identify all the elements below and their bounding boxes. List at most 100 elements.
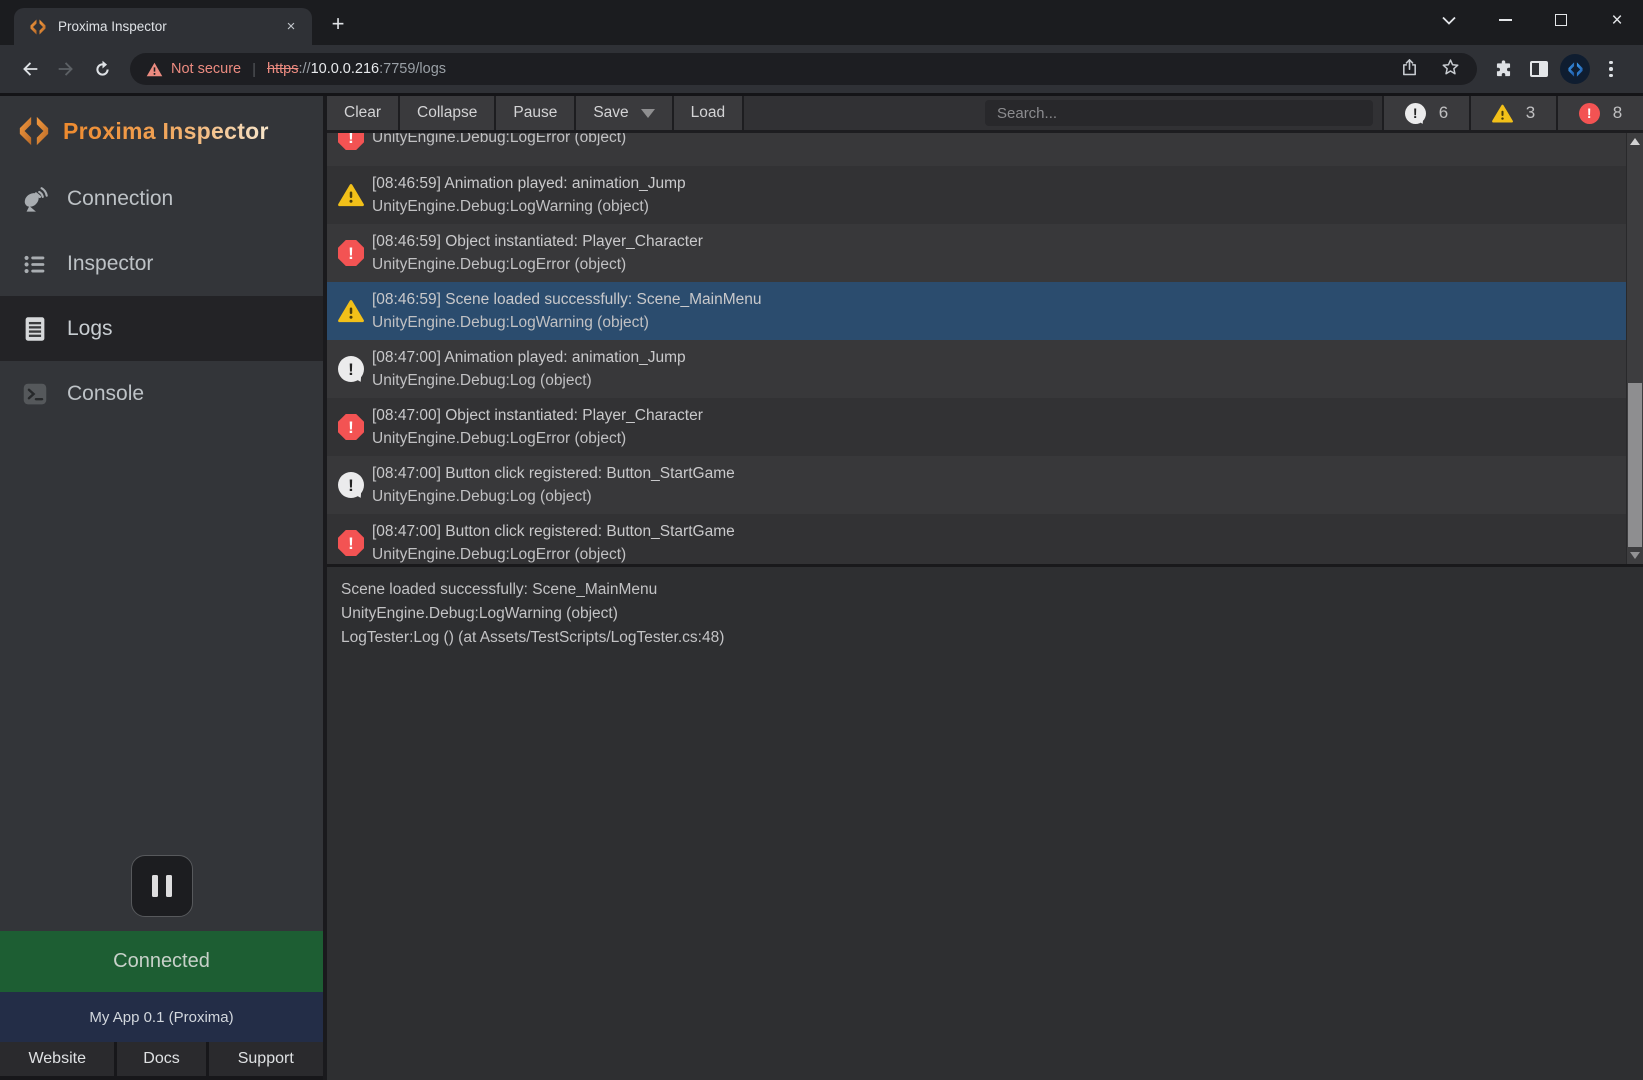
address-bar[interactable]: Not secure | https :// 10.0.0.216 :7759/… [130,53,1477,85]
sidebar-pause-button[interactable] [131,855,193,917]
error-icon: ! [338,240,364,266]
log-list-scrollbar[interactable] [1626,133,1643,564]
log-row[interactable]: ! [08:47:00] Button click registered: Bu… [327,514,1643,564]
app-logo: Proxima Inspector [0,96,323,166]
url-path: :7759/logs [379,61,446,77]
pause-icon [152,875,158,897]
share-icon[interactable] [1399,57,1420,82]
save-button[interactable]: Save [576,96,673,130]
browser-toolbar: Not secure | https :// 10.0.0.216 :7759/… [0,45,1643,93]
log-message: [08:47:00] Animation played: animation_J… [372,346,686,369]
sidebar-footer: WebsiteDocsSupport [0,1042,323,1080]
browser-tab[interactable]: Proxima Inspector × [14,8,312,45]
satellite-icon [20,184,50,214]
browser-tab-strip: Proxima Inspector × + × [0,0,1643,45]
connection-status-bar: Connected [0,931,323,992]
scroll-up-arrow[interactable] [1627,133,1643,150]
proxima-logo-icon [17,114,51,148]
footer-link-docs[interactable]: Docs [117,1042,205,1076]
window-close-button[interactable]: × [1607,10,1627,30]
forward-button[interactable] [48,51,84,87]
warning-count-filter[interactable]: 3 [1469,96,1556,130]
url-scheme: https [267,61,298,77]
proxima-app: Proxima Inspector Connection Inspector L… [0,96,1643,1080]
footer-link-website[interactable]: Website [0,1042,114,1076]
back-button[interactable] [12,51,48,87]
info-count: 6 [1439,103,1448,123]
info-count-filter[interactable]: !6 [1382,96,1469,130]
terminal-icon [20,379,50,409]
error-icon: ! [338,414,364,440]
error-count: 8 [1613,103,1622,123]
sidebar-item-connection[interactable]: Connection [0,166,323,231]
sidebar-item-inspector[interactable]: Inspector [0,231,323,296]
load-button[interactable]: Load [674,96,744,130]
sidebar-item-label: Console [67,382,144,406]
log-row[interactable]: ! UnityEngine.Debug:LogError (object) [327,133,1643,166]
window-minimize-button[interactable] [1495,10,1515,30]
dropdown-caret-icon[interactable] [641,109,655,118]
log-message: [08:46:59] Scene loaded successfully: Sc… [372,288,761,311]
log-row[interactable]: [08:46:59] Animation played: animation_J… [327,166,1643,224]
log-source: UnityEngine.Debug:Log (object) [372,485,735,508]
window-maximize-button[interactable] [1551,10,1571,30]
warning-icon [338,298,364,324]
log-row[interactable]: ! [08:47:00] Button click registered: Bu… [327,456,1643,514]
log-message: [08:46:59] Object instantiated: Player_C… [372,230,703,253]
app-logo-text: Proxima Inspector [63,118,269,145]
not-secure-warning-icon [146,62,163,77]
bookmark-star-icon[interactable] [1440,57,1461,82]
footer-link-support[interactable]: Support [209,1042,323,1076]
side-panel-icon[interactable] [1521,51,1557,87]
error-count-filter[interactable]: !8 [1556,96,1643,130]
info-icon: ! [1405,103,1426,124]
pause-button[interactable]: Pause [496,96,576,130]
url-scheme-suffix: :// [298,61,310,77]
log-source: UnityEngine.Debug:LogWarning (object) [372,311,761,334]
url-separator: | [252,61,256,78]
sidebar-item-logs[interactable]: Logs [0,296,323,361]
extensions-puzzle-icon[interactable] [1485,51,1521,87]
tab-search-chevron-icon[interactable] [1439,10,1459,30]
tab-title: Proxima Inspector [58,19,271,34]
collapse-button[interactable]: Collapse [400,96,496,130]
detail-line: UnityEngine.Debug:LogWarning (object) [341,602,1623,626]
document-icon [20,314,50,344]
profile-avatar[interactable] [1557,51,1593,87]
error-icon: ! [338,530,364,556]
log-source: UnityEngine.Debug:LogError (object) [372,427,703,450]
log-row[interactable]: ! [08:47:00] Animation played: animation… [327,340,1643,398]
new-tab-button[interactable]: + [324,10,352,38]
search-input[interactable] [985,100,1373,126]
log-row[interactable]: ! [08:47:00] Object instantiated: Player… [327,398,1643,456]
logs-panel: ClearCollapsePauseSaveLoad !6 3!8 ! Unit… [323,96,1643,1080]
sidebar-item-label: Logs [67,317,113,341]
log-row[interactable]: [08:46:59] Scene loaded successfully: Sc… [327,282,1643,340]
detail-line: Scene loaded successfully: Scene_MainMen… [341,578,1623,602]
log-message: [08:47:00] Button click registered: Butt… [372,462,735,485]
list-icon [20,249,50,279]
not-secure-label: Not secure [171,61,241,77]
app-info-bar: My App 0.1 (Proxima) [0,992,323,1042]
url-host: 10.0.0.216 [311,61,380,77]
clear-button[interactable]: Clear [327,96,400,130]
error-icon: ! [1579,103,1600,124]
log-detail-pane: Scene loaded successfully: Scene_MainMen… [327,564,1643,1080]
log-row[interactable]: ! [08:46:59] Object instantiated: Player… [327,224,1643,282]
info-icon: ! [338,472,364,498]
log-list: ! UnityEngine.Debug:LogError (object) [0… [327,133,1643,564]
reload-button[interactable] [84,51,120,87]
detail-line: LogTester:Log () (at Assets/TestScripts/… [341,626,1623,650]
error-icon: ! [338,133,364,150]
proxima-favicon [29,18,47,36]
logs-toolbar: ClearCollapsePauseSaveLoad !6 3!8 [327,96,1643,133]
log-source: UnityEngine.Debug:LogError (object) [372,133,626,149]
scrollbar-thumb[interactable] [1628,383,1642,547]
scroll-down-arrow[interactable] [1627,547,1643,564]
warning-icon [338,182,364,208]
info-icon: ! [338,356,364,382]
browser-menu-kebab-icon[interactable] [1593,51,1629,87]
tab-close-icon[interactable]: × [282,18,300,36]
log-message: [08:47:00] Object instantiated: Player_C… [372,404,703,427]
sidebar-item-console[interactable]: Console [0,361,323,426]
